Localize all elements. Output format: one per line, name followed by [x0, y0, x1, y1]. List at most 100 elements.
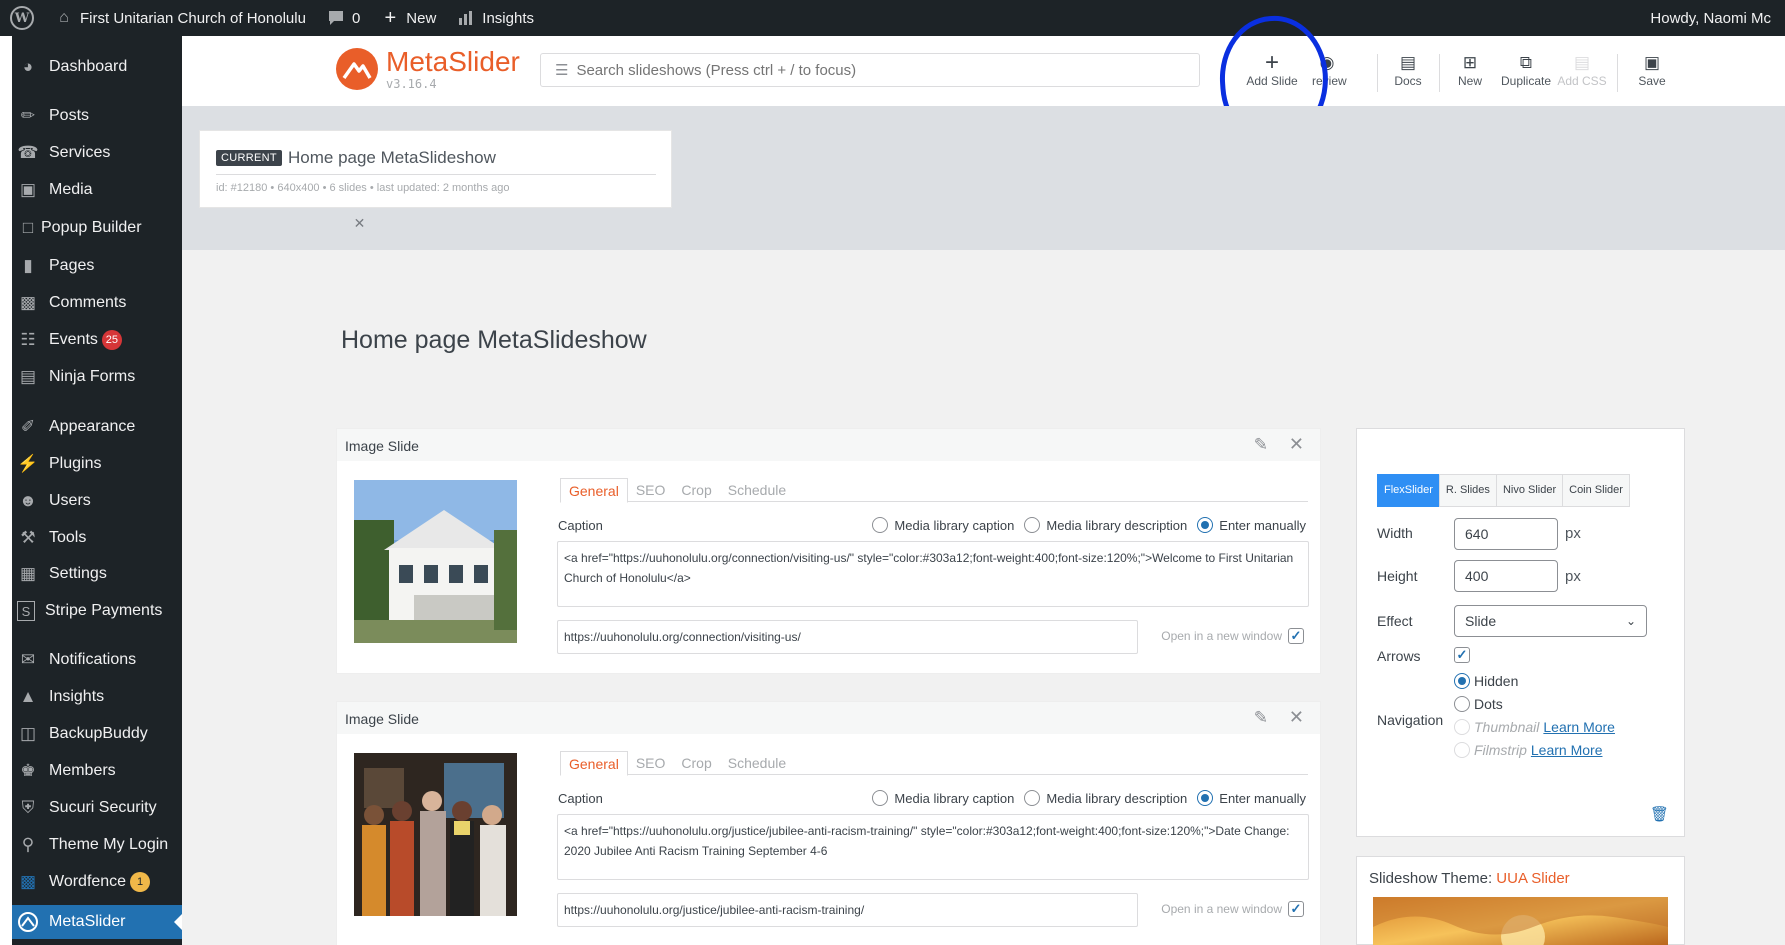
sidebar-item-posts[interactable]: ✏ Posts [12, 99, 182, 133]
effect-select[interactable]: Slide ⌄ [1454, 605, 1647, 637]
comments-menu[interactable]: 0 [316, 0, 370, 36]
open-new-window-checkbox[interactable]: ✓ [1288, 628, 1304, 644]
stripe-icon: S [17, 601, 35, 621]
sidebar-item-plugins[interactable]: ⚡ Plugins [12, 447, 182, 481]
tab-flexslider[interactable]: FlexSlider [1377, 474, 1440, 507]
radio-enter-manually[interactable] [1197, 790, 1214, 806]
sidebar-item-wordfence[interactable]: ▩ Wordfence 1 [12, 865, 182, 899]
radio-media-description[interactable] [1024, 790, 1041, 806]
sidebar-item-sucuri-security[interactable]: ⛨ Sucuri Security [12, 791, 182, 825]
wordpress-logo-icon: W [10, 6, 34, 30]
slide-tabs: General SEO Crop Schedule [560, 751, 1308, 776]
nav-option-hidden[interactable]: Hidden [1454, 673, 1518, 689]
tab-seo[interactable]: SEO [628, 478, 674, 501]
popup-icon: □ [22, 218, 34, 237]
sidebar-item-services[interactable]: ☎ Services [12, 136, 182, 170]
new-label: New [1457, 74, 1482, 88]
pages-icon: ▮ [23, 256, 33, 275]
slide-url-input[interactable]: https://uuhonolulu.org/justice/jubilee-a… [557, 893, 1138, 927]
docs-button[interactable]: ▤ Docs [1378, 52, 1438, 96]
sidebar-item-stripe-payments[interactable]: S Stripe Payments [12, 594, 182, 628]
radio-media-caption[interactable] [872, 790, 889, 806]
sidebar-item-pages[interactable]: ▮ Pages [12, 249, 182, 283]
thumbnail-learn-more-link[interactable]: Learn More [1543, 719, 1615, 735]
sidebar-item-popup-builder[interactable]: □ Popup Builder [12, 211, 182, 245]
duplicate-icon: ⧉ [1519, 53, 1533, 72]
sidebar-item-insights[interactable]: ▲ Insights [12, 680, 182, 714]
slide-url-input[interactable]: https://uuhonolulu.org/connection/visiti… [557, 620, 1138, 654]
open-new-window-checkbox[interactable]: ✓ [1288, 901, 1304, 917]
sidebar-item-appearance[interactable]: ✐ Appearance [12, 410, 182, 444]
edit-pencil-icon[interactable]: ✎ [1254, 708, 1268, 728]
preview-button[interactable]: ◉ review [1312, 52, 1362, 96]
sidebar-item-media[interactable]: ▣ Media [12, 173, 182, 207]
radio-label: Media library description [1046, 790, 1188, 806]
duplicate-button[interactable]: ⧉ Duplicate [1496, 52, 1556, 96]
css-file-icon: ▤ [1573, 53, 1591, 72]
sidebar-item-metaslider[interactable]: MetaSlider [12, 905, 182, 939]
sidebar-item-theme-my-login[interactable]: ⚲ Theme My Login [12, 828, 182, 862]
radio-hidden[interactable] [1454, 673, 1470, 689]
tab-nivo-slider[interactable]: Nivo Slider [1495, 474, 1564, 507]
arrows-checkbox[interactable]: ✓ [1454, 647, 1470, 663]
tab-schedule[interactable]: Schedule [720, 478, 794, 501]
sidebar-item-users[interactable]: ☻ Users [12, 484, 182, 518]
metaslider-logo-icon [336, 48, 378, 90]
sidebar-item-ninja-forms[interactable]: ▤ Ninja Forms [12, 360, 182, 394]
add-css-label: Add CSS [1557, 74, 1607, 88]
slideshow-search-input[interactable] [576, 61, 1177, 79]
site-name-menu[interactable]: ⌂ First Unitarian Church of Honolulu [44, 0, 316, 36]
comment-icon: ▩ [19, 293, 37, 312]
tab-general[interactable]: General [560, 478, 628, 503]
divider [216, 174, 656, 175]
radio-enter-manually[interactable] [1197, 517, 1214, 533]
close-switcher-button[interactable]: ✕ [337, 212, 382, 234]
sidebar-item-tools[interactable]: ⚒ Tools [12, 521, 182, 555]
nav-option-dots[interactable]: Dots [1454, 696, 1503, 712]
delete-slide-icon[interactable]: ✕ [1289, 707, 1304, 728]
slide-thumbnail[interactable] [354, 753, 517, 916]
tab-schedule[interactable]: Schedule [720, 751, 794, 774]
sidebar-item-notifications[interactable]: ✉ Notifications [12, 643, 182, 677]
slide-thumbnail[interactable] [354, 480, 517, 643]
trash-icon[interactable]: 🗑 [1650, 805, 1669, 823]
tab-responsive-slides[interactable]: R. Slides [1438, 474, 1497, 507]
caption-textarea[interactable]: <a href="https://uuhonolulu.org/connecti… [557, 541, 1309, 607]
new-content-menu[interactable]: + New [370, 0, 446, 36]
users-icon: ☻ [19, 491, 37, 510]
radio-media-caption[interactable] [872, 517, 889, 533]
edit-pencil-icon[interactable]: ✎ [1254, 435, 1268, 455]
delete-slide-icon[interactable]: ✕ [1289, 434, 1304, 455]
wp-logo-menu[interactable]: W [0, 0, 44, 36]
insights-menu[interactable]: Insights [446, 0, 544, 36]
slideshow-search[interactable]: ☰ [540, 53, 1200, 87]
sidebar-item-members[interactable]: ♚ Members [12, 754, 182, 788]
new-slideshow-button[interactable]: ⊞ New [1440, 52, 1500, 96]
sidebar-item-backupbuddy[interactable]: ◫ BackupBuddy [12, 717, 182, 751]
sidebar-item-events[interactable]: ☷ Events 25 [12, 323, 182, 357]
sidebar-item-comments[interactable]: ▩ Comments [12, 286, 182, 320]
width-input[interactable]: 640 [1454, 518, 1558, 550]
add-css-button[interactable]: ▤ Add CSS [1552, 52, 1612, 96]
theme-value[interactable]: UUA Slider [1496, 870, 1569, 887]
my-account-menu[interactable]: Howdy, Naomi Mc [1640, 0, 1781, 36]
save-button[interactable]: ▣ Save [1622, 52, 1682, 96]
tab-crop[interactable]: Crop [673, 478, 719, 501]
filmstrip-learn-more-link[interactable]: Learn More [1531, 742, 1603, 758]
sidebar-item-dashboard[interactable]: ◕ Dashboard [12, 50, 182, 84]
tab-coin-slider[interactable]: Coin Slider [1562, 474, 1630, 507]
tab-seo[interactable]: SEO [628, 751, 674, 774]
sidebar-item-settings[interactable]: ▦ Settings [12, 557, 182, 591]
caption-textarea[interactable]: <a href="https://uuhonolulu.org/justice/… [557, 814, 1309, 880]
media-icon: ▣ [19, 180, 37, 199]
current-slideshow-card[interactable]: CURRENT Home page MetaSlideshow id: #121… [199, 130, 672, 208]
height-input[interactable]: 400 [1454, 560, 1558, 592]
shield-icon: ⛨ [21, 798, 35, 817]
tab-crop[interactable]: Crop [673, 751, 719, 774]
radio-media-description[interactable] [1024, 517, 1041, 533]
nav-option-filmstrip: Filmstrip Learn More [1454, 742, 1602, 758]
tab-general[interactable]: General [560, 751, 628, 776]
metaslider-header: MetaSlider v3.16.4 ☰ +Add Slide ◉review … [182, 12, 1785, 148]
radio-dots[interactable] [1454, 696, 1470, 712]
add-slide-button[interactable]: + Add Slide [1242, 51, 1302, 96]
